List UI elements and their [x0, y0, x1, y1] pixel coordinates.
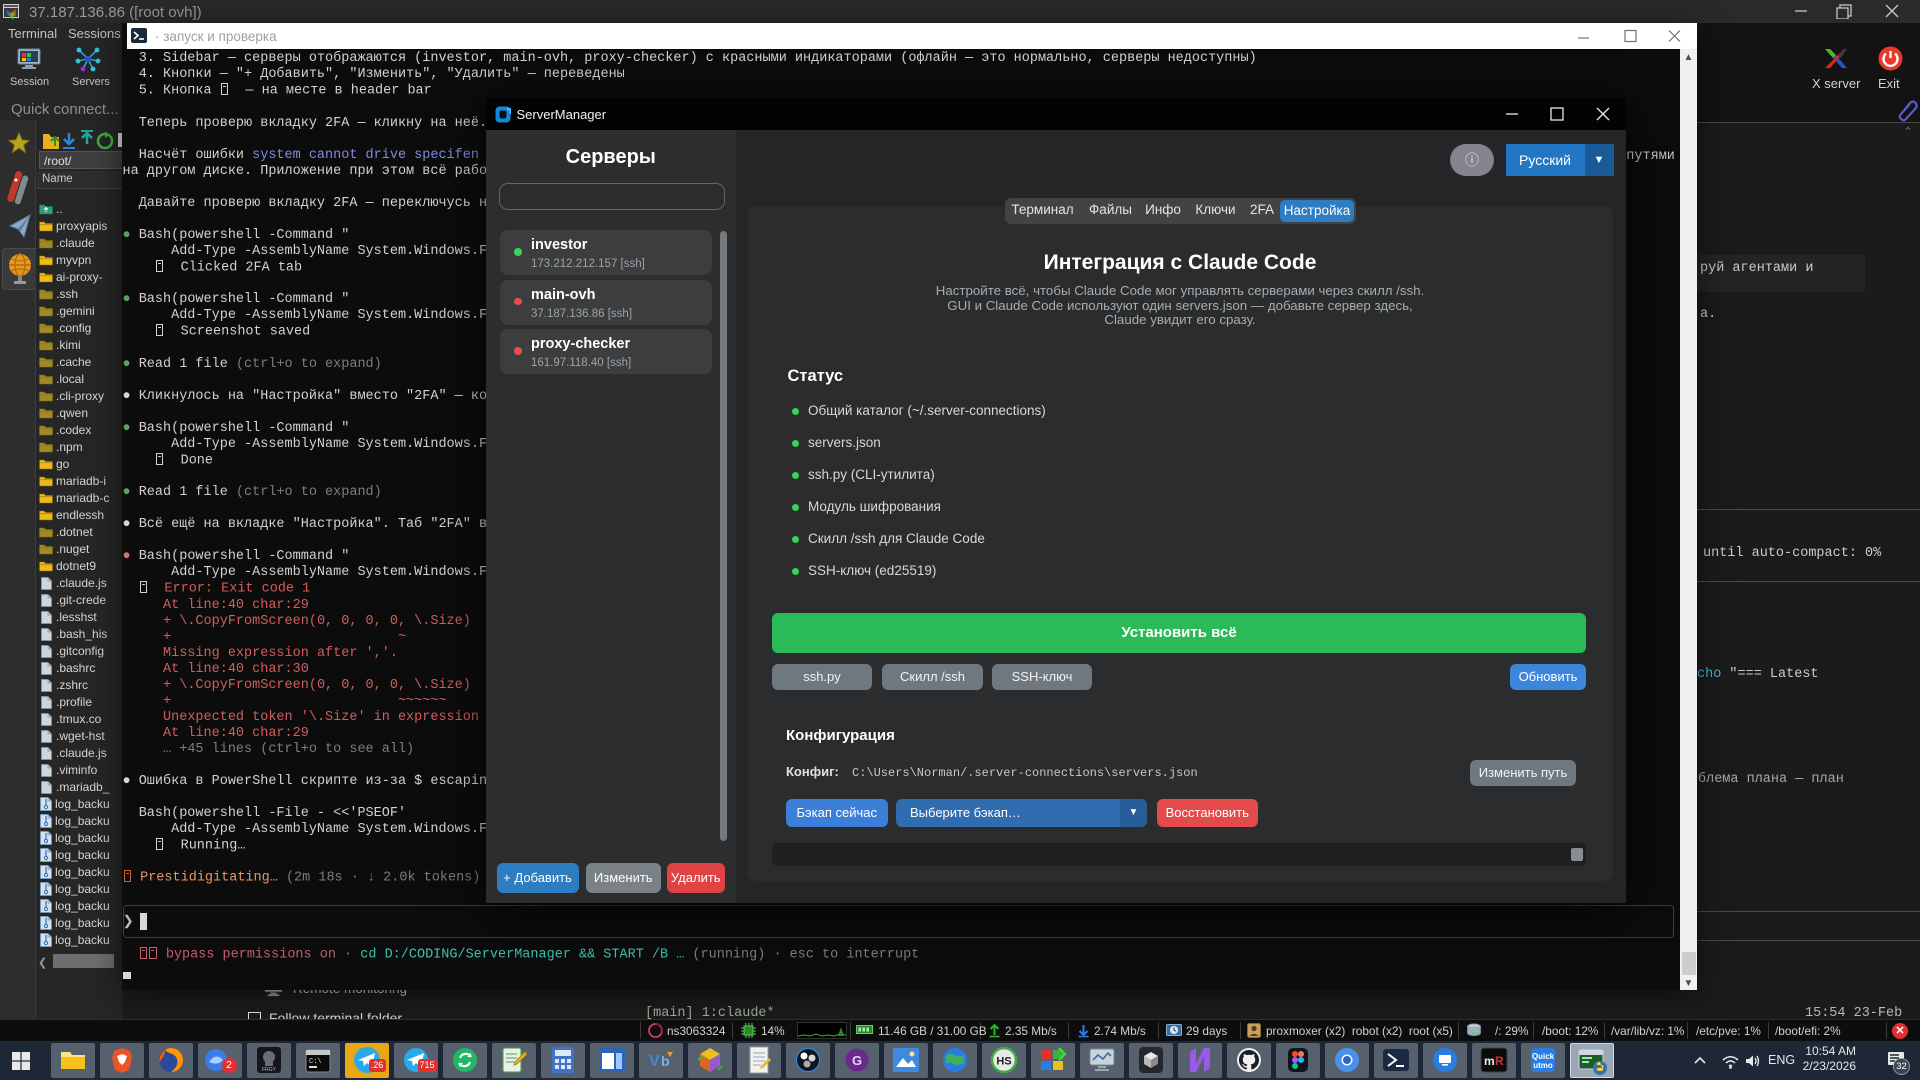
svg-text:HS: HS [996, 1056, 1011, 1068]
svg-text:FRGY: FRGY [262, 1067, 277, 1073]
svg-text:Quick: Quick [1531, 1052, 1554, 1061]
svg-text:R: R [1495, 1054, 1504, 1068]
svg-text:C:\: C:\ [309, 1058, 322, 1066]
svg-text:m: m [1484, 1054, 1495, 1068]
svg-text:G: G [851, 1053, 861, 1068]
svg-text:b: b [661, 1053, 670, 1069]
svg-text:utmo: utmo [1533, 1061, 1553, 1070]
svg-text:V: V [649, 1053, 660, 1070]
